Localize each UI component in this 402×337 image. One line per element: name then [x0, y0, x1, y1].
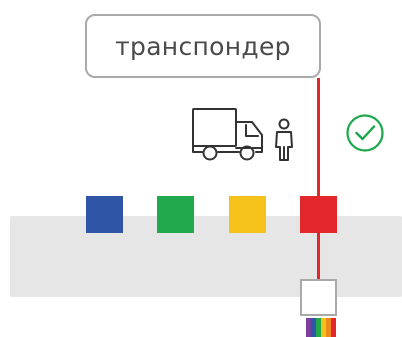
check-circle-icon: [346, 114, 384, 152]
person-icon: [275, 118, 293, 161]
signal-line-upper: [317, 78, 320, 196]
signal-line-lower: [317, 233, 320, 279]
reader-stripes: [306, 318, 336, 337]
transponder-label-box: транспондер: [85, 14, 321, 78]
toll-lane-diagram: транспондер: [0, 0, 402, 337]
reader-box: [300, 279, 337, 316]
tag-square-green: [157, 196, 194, 233]
stripe: [331, 318, 336, 337]
road-lane: [10, 216, 402, 297]
tag-square-red: [300, 196, 337, 233]
truck-icon: [192, 108, 263, 161]
tag-square-yellow: [229, 196, 266, 233]
transponder-label: транспондер: [115, 31, 291, 61]
tag-square-blue: [86, 196, 123, 233]
